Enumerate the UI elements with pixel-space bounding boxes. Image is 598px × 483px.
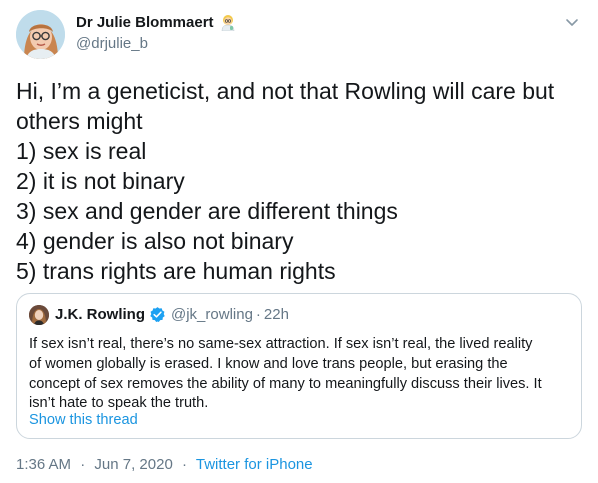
quoted-handle[interactable]: @jk_rowling	[171, 306, 253, 323]
tweet-metadata: 1:36 AM · Jun 7, 2020 · Twitter for iPho…	[16, 456, 313, 473]
tweet-line: 5) trans rights are human rights	[16, 258, 336, 284]
tweet-line: Hi, I’m a geneticist, and not that Rowli…	[16, 78, 555, 104]
author-handle[interactable]: @drjulie_b	[76, 35, 148, 52]
tweet-source-link[interactable]: Twitter for iPhone	[196, 456, 313, 473]
tweet-card: Dr Julie Blommaert @drjulie_b Hi, I’m a …	[0, 0, 598, 483]
quoted-display-name[interactable]: J.K. Rowling	[55, 306, 145, 323]
tweet-line: 1) sex is real	[16, 138, 147, 164]
tweet-date[interactable]: Jun 7, 2020	[94, 456, 172, 473]
quoted-author-avatar[interactable]	[29, 305, 49, 325]
quoted-text: If sex isn’t real, there’s no same-sex a…	[29, 335, 574, 414]
quoted-timestamp[interactable]: 22h	[264, 306, 289, 323]
quoted-tweet[interactable]: J.K. Rowling @jk_rowling · 22h If sex is…	[16, 293, 582, 439]
show-thread-link[interactable]: Show this thread	[29, 412, 138, 428]
tweet-line: 4) gender is also not binary	[16, 228, 294, 254]
quoted-separator: ·	[255, 306, 261, 323]
quoted-line: of women globally is erased. I know and …	[29, 355, 508, 372]
tweet-line: others might	[16, 108, 143, 134]
quoted-line: If sex isn’t real, there’s no same-sex a…	[29, 336, 533, 352]
verified-badge-icon	[149, 306, 166, 323]
chevron-down-icon[interactable]	[562, 12, 582, 32]
author-display-name[interactable]: Dr Julie Blommaert	[76, 14, 214, 31]
author-avatar[interactable]	[16, 10, 65, 59]
tweet-line: 2) it is not binary	[16, 168, 185, 194]
meta-separator: ·	[80, 456, 86, 473]
meta-separator: ·	[181, 456, 187, 473]
author-name[interactable]: Dr Julie Blommaert	[76, 13, 237, 32]
tweet-time[interactable]: 1:36 AM	[16, 456, 71, 473]
tweet-text: Hi, I’m a geneticist, and not that Rowli…	[16, 76, 582, 286]
woman-scientist-icon	[219, 13, 237, 32]
quoted-line: concept of sex removes the ability of ma…	[29, 375, 542, 392]
tweet-line: 3) sex and gender are different things	[16, 198, 398, 224]
quoted-header: J.K. Rowling @jk_rowling · 22h	[55, 306, 289, 323]
